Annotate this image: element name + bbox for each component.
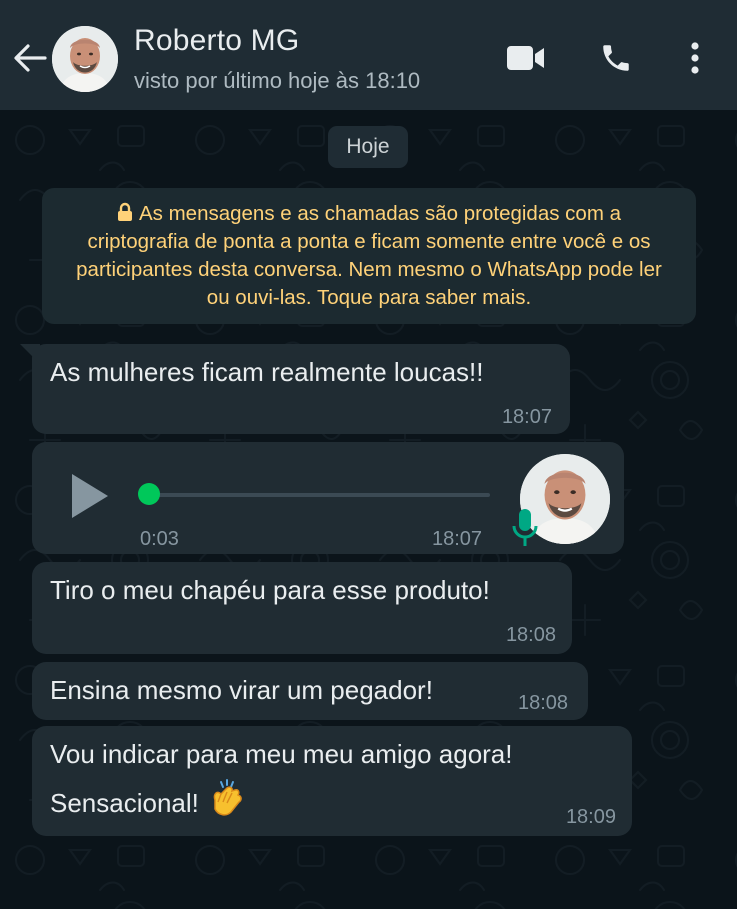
audio-duration: 0:03 — [140, 528, 179, 550]
phone-icon — [603, 45, 629, 71]
back-button[interactable] — [12, 40, 48, 76]
message-time: 18:07 — [432, 528, 483, 550]
microphone-icon — [512, 509, 538, 546]
video-call-button[interactable] — [504, 38, 548, 78]
audio-seek-handle[interactable] — [138, 483, 160, 505]
message-text: Sensacional! — [50, 788, 199, 818]
play-button[interactable] — [68, 472, 112, 520]
chat-header: Roberto MG visto por último hoje às 18:1… — [0, 0, 737, 110]
last-seen-status: visto por último hoje às 18:10 — [134, 68, 421, 93]
message-bubble[interactable]: Ensina mesmo virar um pegador! 18:08 — [32, 662, 588, 720]
chat-area[interactable]: Hoje As mensagens e as chamadas são prot… — [0, 110, 737, 909]
contact-name[interactable]: Roberto MG — [134, 24, 299, 58]
voice-call-button[interactable] — [596, 38, 636, 78]
play-icon — [72, 474, 108, 518]
message-text: Ensina mesmo virar um pegador! — [50, 675, 433, 705]
more-options-button[interactable] — [680, 38, 710, 78]
video-call-icon — [507, 46, 544, 70]
message-text: Vou indicar para meu meu amigo agora! — [50, 739, 513, 769]
message-text-line2: Sensacional! — [50, 778, 247, 821]
voice-message-bubble[interactable]: 0:03 18:07 — [32, 442, 624, 554]
audio-progress-track[interactable] — [140, 493, 490, 497]
more-vert-icon — [691, 42, 699, 74]
message-time: 18:09 — [565, 806, 616, 828]
lock-icon — [117, 202, 132, 221]
message-time: 18:07 — [501, 406, 552, 428]
encryption-text: As mensagens e as chamadas são protegida… — [76, 202, 662, 309]
back-arrow-icon — [14, 44, 47, 72]
message-bubble[interactable]: Vou indicar para meu meu amigo agora! Se… — [32, 726, 632, 836]
message-bubble[interactable]: Tiro o meu chapéu para esse produto! 18:… — [32, 562, 572, 654]
contact-avatar[interactable] — [52, 26, 118, 92]
message-time: 18:08 — [505, 624, 556, 646]
bubble-tail — [20, 344, 40, 364]
date-chip: Hoje — [328, 126, 408, 168]
encryption-notice[interactable]: As mensagens e as chamadas são protegida… — [42, 188, 696, 324]
message-bubble[interactable]: As mulheres ficam realmente loucas!! 18:… — [20, 344, 570, 434]
message-text: As mulheres ficam realmente loucas!! — [50, 357, 484, 387]
clapping-hands-emoji-icon — [213, 779, 242, 816]
message-text: Tiro o meu chapéu para esse produto! — [50, 575, 490, 605]
message-time: 18:08 — [518, 692, 569, 714]
